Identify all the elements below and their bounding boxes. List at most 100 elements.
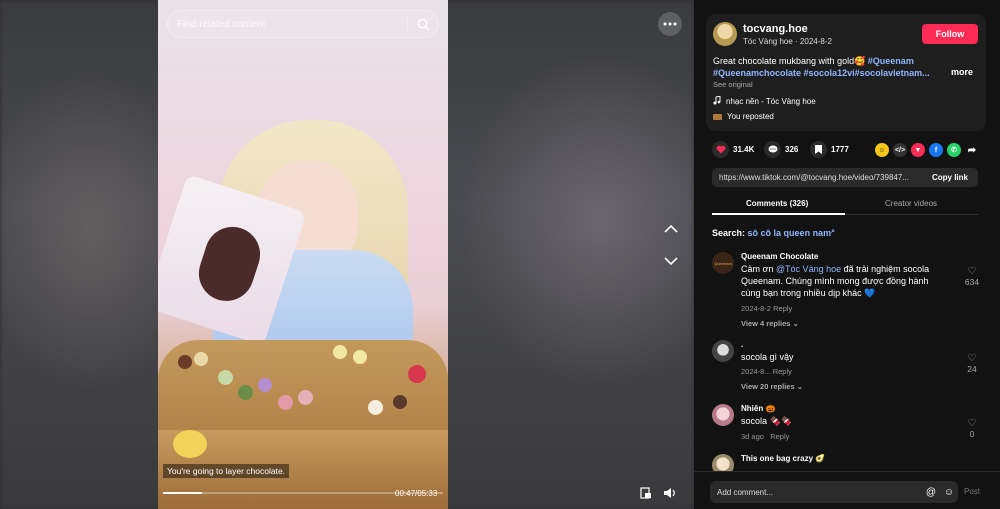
tiktok-video-page: Find related content You're going to lay… <box>0 0 1000 509</box>
like-stat[interactable]: 31.4K <box>712 141 754 158</box>
view-replies-label: View 4 replies <box>741 319 791 328</box>
commenter-name[interactable]: . <box>741 340 743 349</box>
comment-meta: 2024-8... Reply <box>741 367 792 376</box>
tab-creator-videos[interactable]: Creator videos <box>885 199 937 208</box>
comment-text-prefix: Cảm ơn <box>741 264 776 274</box>
commenter-avatar[interactable]: Queenam <box>712 252 734 274</box>
related-search-input[interactable]: Find related content <box>168 19 407 30</box>
comment-like[interactable]: ♡ 634 <box>962 266 982 287</box>
duration: 05:33 <box>417 489 438 498</box>
strawberry <box>408 365 426 383</box>
description-more-link[interactable]: more <box>951 67 973 77</box>
emoji-icon[interactable]: ☺ <box>940 487 958 498</box>
repost-label: You reposted <box>727 112 774 121</box>
music-title: nhạc nền - Tóc Vàng hoe <box>726 97 816 106</box>
view-replies-button[interactable]: View 4 replies ⌄ <box>741 319 799 328</box>
comment-item: This one bag crazy 🥑 <box>712 454 982 472</box>
commenter-avatar[interactable] <box>712 454 734 472</box>
hashtag[interactable]: #Queenam <box>868 56 914 66</box>
comment-like[interactable]: ♡ 0 <box>962 418 982 439</box>
comment-like[interactable]: ♡ 24 <box>962 353 982 374</box>
commenter-avatar[interactable] <box>712 340 734 362</box>
comment-text: socola 🍫🍫 <box>741 416 792 426</box>
candy <box>278 395 293 410</box>
reply-button[interactable]: Reply <box>770 432 789 441</box>
candy <box>194 352 208 366</box>
commenter-avatar[interactable] <box>712 404 734 426</box>
like-count: 31.4K <box>733 145 755 154</box>
heart-outline-icon[interactable]: ♡ <box>962 266 982 277</box>
comment-item: Queenam Queenam Chocolate Cảm ơn @Tóc Và… <box>712 252 982 332</box>
comment-input-box[interactable]: Add comment... @ ☺ <box>710 481 958 503</box>
hashtag[interactable]: #socolavietnam... <box>855 68 930 78</box>
post-date: 2024-8-2 <box>799 37 832 46</box>
chevron-down-icon: ⌄ <box>792 319 799 328</box>
comment-meta: 2024-8-2 Reply <box>741 304 792 313</box>
comment-text: Cảm ơn @Tóc Vàng hoe đã trải nghiệm soco… <box>741 263 941 299</box>
bag-logo <box>191 219 268 309</box>
comment-meta: 3d ago Reply <box>741 432 789 441</box>
repost-row[interactable]: You reposted <box>713 112 774 121</box>
candy <box>258 378 272 392</box>
post-comment-button[interactable]: Post <box>964 487 980 496</box>
comment-date: 3d ago <box>741 432 764 441</box>
save-stat[interactable]: 1777 <box>810 141 849 158</box>
commenter-name[interactable]: This one bag crazy 🥑 <box>741 454 825 463</box>
next-video-chevron-down-icon[interactable] <box>660 250 682 272</box>
previous-video-chevron-up-icon[interactable] <box>660 218 682 240</box>
follow-button[interactable]: Follow <box>922 24 978 44</box>
send-to-friends-icon[interactable]: ▼ <box>911 143 925 157</box>
reply-button[interactable]: Reply <box>773 304 792 313</box>
music-row[interactable]: nhạc nền - Tóc Vàng hoe <box>713 95 816 107</box>
search-suggestion-query[interactable]: sô cô la queen nam <box>748 228 832 238</box>
see-original-link[interactable]: See original <box>713 80 753 89</box>
comment-count: 326 <box>785 145 799 154</box>
video-player[interactable] <box>158 0 448 509</box>
reply-button[interactable]: Reply <box>773 367 792 376</box>
commenter-name[interactable]: Nhiên 🎃 <box>741 404 775 413</box>
candy <box>238 385 253 400</box>
search-icon[interactable] <box>408 11 438 37</box>
comment-bubble-icon[interactable] <box>764 141 781 158</box>
tab-comments[interactable]: Comments (326) <box>746 199 808 208</box>
search-suggestion[interactable]: Search: sô cô la queen nam⌕ <box>712 228 835 238</box>
candy <box>333 345 347 359</box>
video-caption: You're going to layer chocolate. <box>163 464 290 478</box>
candy <box>353 350 367 364</box>
view-replies-button[interactable]: View 20 replies ⌄ <box>741 382 803 391</box>
more-options-icon[interactable] <box>658 12 682 36</box>
comment-mention[interactable]: @Tóc Vàng hoe <box>776 264 841 274</box>
hashtag[interactable]: #socola12vi <box>804 68 855 78</box>
author-avatar[interactable] <box>713 22 737 46</box>
share-arrow-icon[interactable]: ➦ <box>965 143 979 157</box>
related-search-box[interactable]: Find related content <box>167 10 439 38</box>
heart-outline-icon[interactable]: ♡ <box>962 418 982 429</box>
volume-icon[interactable] <box>662 486 678 500</box>
comment-stat[interactable]: 326 <box>764 141 798 158</box>
save-count: 1777 <box>831 145 849 154</box>
copy-link-button[interactable]: Copy link <box>922 168 978 187</box>
author-display-name: Tóc Vàng hoe <box>743 37 793 46</box>
chevron-down-icon: ⌄ <box>796 382 804 391</box>
comment-like-count: 634 <box>964 277 980 287</box>
post-description: Great chocolate mukbang with gold🥰 #Quee… <box>713 55 933 79</box>
video-time: 00:47/05:33 <box>395 489 437 498</box>
embed-code-icon[interactable]: </> <box>893 143 907 157</box>
comment-input[interactable]: Add comment... <box>710 488 922 497</box>
heart-outline-icon[interactable]: ♡ <box>962 353 982 364</box>
commenter-name[interactable]: Queenam Chocolate <box>741 252 818 261</box>
embed-sticker-icon[interactable]: ☺ <box>875 143 889 157</box>
facebook-icon[interactable]: f <box>929 143 943 157</box>
heart-icon[interactable] <box>712 141 729 158</box>
mention-at-icon[interactable]: @ <box>922 487 940 498</box>
floating-player-icon[interactable] <box>638 486 654 500</box>
search-suggestion-label: Search: <box>712 228 746 238</box>
description-text: Great chocolate mukbang with gold🥰 <box>713 56 868 66</box>
author-username[interactable]: tocvang.hoe <box>743 23 808 35</box>
comment-item: Nhiên 🎃 socola 🍫🍫 3d ago Reply ♡ 0 <box>712 404 982 446</box>
comment-date: 2024-8-2 <box>741 304 772 313</box>
whatsapp-icon[interactable]: ✆ <box>947 143 961 157</box>
bookmark-icon[interactable] <box>810 141 827 158</box>
hashtag[interactable]: #Queenamchocolate <box>713 68 801 78</box>
video-url[interactable]: https://www.tiktok.com/@tocvang.hoe/vide… <box>712 173 922 182</box>
